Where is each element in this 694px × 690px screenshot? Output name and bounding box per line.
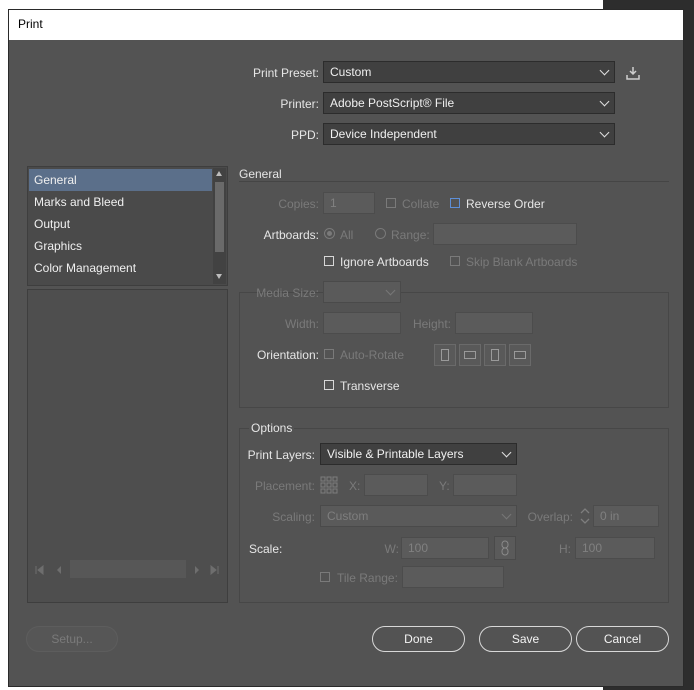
print-preview-pane [27,289,228,603]
printer-select[interactable]: Adobe PostScript® File [323,92,615,114]
artboards-range-label: Range: [391,228,430,242]
artboards-all-label: All [340,228,354,242]
scrollbar-thumb[interactable] [215,182,224,252]
artboards-range-radio[interactable] [375,228,386,239]
copies-label: Copies: [278,197,319,211]
print-layers-select[interactable]: Visible & Printable Layers [320,443,517,465]
placement-x-label: X: [349,479,361,493]
placement-x-field[interactable] [364,474,428,496]
scale-w-field[interactable]: 100 [401,537,489,559]
page-field[interactable] [70,560,186,578]
artboards-label: Artboards: [263,228,319,242]
first-page-icon[interactable] [34,564,44,578]
chevron-down-icon [385,285,396,296]
transverse-checkbox[interactable] [324,380,334,390]
ignore-artboards-label: Ignore Artboards [340,255,429,269]
print-preset-select[interactable]: Custom [323,61,615,83]
chevron-down-icon [599,65,610,76]
next-page-icon[interactable] [192,564,202,578]
ppd-select[interactable]: Device Independent [323,123,615,145]
overlap-label: Overlap: [527,510,573,524]
width-field[interactable] [323,312,401,334]
scale-h-label: H: [559,542,571,556]
collate-label: Collate [402,197,440,211]
window-title: Print [18,17,43,31]
chevron-down-icon [501,509,512,520]
copies-field[interactable]: 1 [323,192,375,214]
sidebar-item-general[interactable]: General [29,169,212,191]
artboards-all-radio[interactable] [324,228,335,239]
tile-range-label: Tile Range: [337,571,398,585]
scroll-up-icon[interactable] [216,171,222,176]
flipped-landscape-icon[interactable] [509,344,531,366]
print-dialog: Print Print Preset: Custom Printer: Adob… [8,9,684,687]
category-list[interactable]: General Marks and Bleed Output Graphics … [27,166,228,286]
last-page-icon[interactable] [210,564,220,578]
reverse-order-checkbox[interactable] [450,198,460,208]
transverse-label: Transverse [340,379,400,393]
printer-label: Printer: [280,97,319,111]
media-size-label: Media Size: [256,286,319,300]
cancel-button[interactable]: Cancel [576,626,669,652]
reverse-order-label: Reverse Order [466,197,545,211]
link-proportions-icon[interactable] [494,536,516,560]
portrait-icon[interactable] [434,344,456,366]
sidebar-item-graphics[interactable]: Graphics [29,235,212,257]
height-label: Height: [412,317,451,331]
auto-rotate-checkbox[interactable] [324,349,334,359]
overlap-stepper-icon[interactable] [578,505,592,527]
placement-y-field[interactable] [453,474,517,496]
placement-grid-icon[interactable] [320,476,338,494]
landscape-icon[interactable] [459,344,481,366]
section-divider [239,181,669,182]
chevron-down-icon [599,96,610,107]
scale-h-field[interactable]: 100 [575,537,655,559]
done-button[interactable]: Done [372,626,465,652]
chevron-down-icon [599,127,610,138]
auto-rotate-label: Auto-Rotate [340,348,405,362]
scale-label: Scale: [249,542,283,556]
scaling-select[interactable]: Custom [320,505,517,527]
skip-blank-artboards-label: Skip Blank Artboards [466,255,578,269]
width-label: Width: [284,317,319,331]
media-size-select[interactable] [323,281,401,303]
orientation-label: Orientation: [256,348,319,362]
ignore-artboards-checkbox[interactable] [324,256,334,266]
placement-label: Placement: [254,479,315,493]
flipped-portrait-icon[interactable] [484,344,506,366]
scale-w-label: W: [384,542,399,556]
save-preset-icon[interactable] [625,65,641,81]
scaling-label: Scaling: [272,510,315,524]
placement-y-label: Y: [439,479,450,493]
scroll-down-icon[interactable] [216,274,222,279]
title-bar: Print [9,10,683,40]
setup-button[interactable]: Setup... [26,626,118,652]
sidebar-item-color-management[interactable]: Color Management [29,257,212,279]
tile-range-checkbox[interactable] [320,572,330,582]
save-button[interactable]: Save [479,626,572,652]
print-layers-label: Print Layers: [247,448,315,462]
overlap-field[interactable]: 0 in [593,505,659,527]
tile-range-field[interactable] [402,566,504,588]
sidebar-item-output[interactable]: Output [29,213,212,235]
options-heading: Options [249,421,295,435]
ppd-label: PPD: [290,128,319,142]
general-heading: General [239,167,282,181]
height-field[interactable] [455,312,533,334]
collate-checkbox[interactable] [386,198,396,208]
sidebar-item-marks-and-bleed[interactable]: Marks and Bleed [29,191,212,213]
list-scrollbar[interactable] [213,168,226,284]
artboards-range-field[interactable] [433,223,577,245]
chevron-down-icon [501,447,512,458]
skip-blank-artboards-checkbox[interactable] [450,256,460,266]
print-preset-label: Print Preset: [252,66,319,80]
previous-page-icon[interactable] [54,564,64,578]
